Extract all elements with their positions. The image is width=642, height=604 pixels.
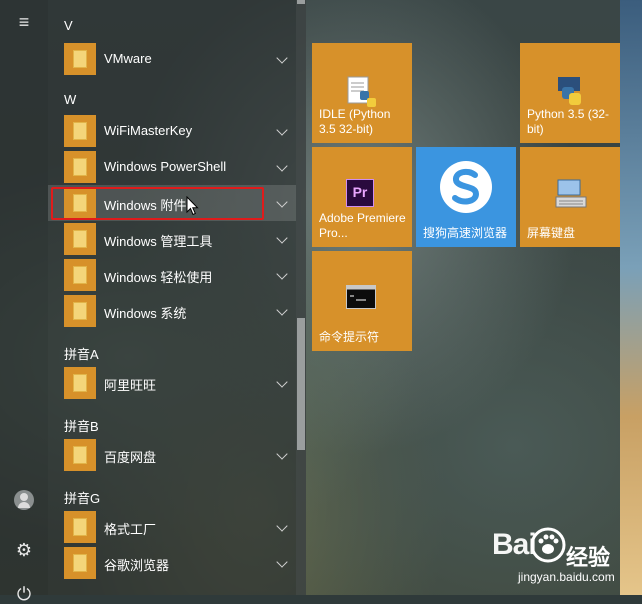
folder-icon (64, 223, 96, 255)
app-row-wifimasterkey[interactable]: WiFiMasterKey (48, 113, 296, 149)
app-label: 格式工厂 (104, 522, 157, 537)
chevron-down-icon (276, 160, 288, 172)
scrollbar-thumb[interactable] (297, 318, 305, 450)
group-header-w[interactable]: W (64, 92, 76, 107)
app-list: V VMware W WiFiMasterKey Windows PowerSh… (48, 0, 296, 595)
app-label: Windows PowerShell (104, 159, 227, 174)
app-row-windows-powershell[interactable]: Windows PowerShell (48, 149, 296, 185)
tile-premiere-pro[interactable]: Pr Adobe Premiere Pro... (312, 147, 412, 247)
start-left-rail: ≡ ⚙ ⏻ (0, 0, 48, 604)
folder-icon (64, 259, 96, 291)
desktop-wallpaper-edge (620, 0, 642, 595)
folder-icon (64, 439, 96, 471)
python-icon (558, 77, 581, 105)
tile-python[interactable]: Python 3.5 (32-bit) (520, 43, 620, 143)
app-label: 谷歌浏览器 (104, 558, 170, 573)
tile-label: Adobe Premiere Pro... (319, 211, 406, 240)
app-row-windows-ease-of-access[interactable]: Windows 轻松使用 (48, 257, 296, 293)
folder-icon (64, 547, 96, 579)
tile-label: IDLE (Python 3.5 32-bit) (319, 107, 391, 136)
app-list-scrollbar[interactable] (296, 0, 306, 595)
baidu-jingyan-text: 经验 (566, 545, 611, 570)
hamburger-menu-icon[interactable]: ≡ (14, 12, 34, 32)
app-label: 阿里旺旺 (104, 378, 157, 393)
chevron-down-icon (276, 520, 288, 532)
watermark-url: jingyan.baidu.com (518, 570, 615, 584)
tile-label: 屏幕键盘 (527, 226, 576, 240)
app-label: Windows 系统 (104, 306, 187, 321)
chevron-down-icon (276, 376, 288, 388)
app-row-google-chrome[interactable]: 谷歌浏览器 (48, 545, 296, 581)
mouse-cursor-icon (186, 196, 199, 216)
folder-icon (64, 151, 96, 183)
sogou-browser-icon (440, 161, 492, 213)
baidu-paw-icon (530, 527, 566, 563)
tile-sogou-browser[interactable]: 搜狗高速浏览器 (416, 147, 516, 247)
tile-command-prompt[interactable]: 命令提示符 (312, 251, 412, 351)
tile-idle-python[interactable]: IDLE (Python 3.5 32-bit) (312, 43, 412, 143)
settings-gear-icon[interactable]: ⚙ (14, 540, 34, 560)
app-row-format-factory[interactable]: 格式工厂 (48, 509, 296, 545)
app-label: VMware (104, 51, 152, 66)
chevron-down-icon (276, 196, 288, 208)
folder-icon (64, 511, 96, 543)
folder-icon (64, 115, 96, 147)
app-row-vmware[interactable]: VMware (48, 41, 296, 77)
chevron-down-icon (276, 556, 288, 568)
app-row-aliwangwang[interactable]: 阿里旺旺 (48, 365, 296, 401)
premiere-pro-icon: Pr (346, 179, 374, 207)
command-prompt-icon (346, 285, 376, 309)
app-label: 百度网盘 (104, 450, 157, 465)
group-header-pinyin-b[interactable]: 拼音B (64, 416, 99, 435)
chevron-down-icon (276, 232, 288, 244)
group-header-pinyin-a[interactable]: 拼音A (64, 344, 99, 363)
tile-on-screen-keyboard[interactable]: 屏幕键盘 (520, 147, 620, 247)
app-label: Windows 管理工具 (104, 234, 213, 249)
chevron-down-icon (276, 52, 288, 64)
chevron-down-icon (276, 304, 288, 316)
idle-python-icon (347, 76, 376, 107)
folder-icon (64, 367, 96, 399)
power-icon[interactable]: ⏻ (14, 584, 34, 604)
chevron-down-icon (276, 268, 288, 280)
folder-icon (64, 295, 96, 327)
tile-label: 搜狗高速浏览器 (423, 226, 508, 240)
group-header-v[interactable]: V (64, 18, 73, 33)
app-row-baidu-netdisk[interactable]: 百度网盘 (48, 437, 296, 473)
highlight-box (51, 187, 264, 220)
app-label: WiFiMasterKey (104, 123, 193, 138)
folder-icon (64, 43, 96, 75)
chevron-down-icon (276, 124, 288, 136)
on-screen-keyboard-icon (555, 179, 587, 208)
user-avatar-icon[interactable] (14, 490, 34, 510)
group-header-pinyin-g[interactable]: 拼音G (64, 488, 100, 507)
app-label: Windows 轻松使用 (104, 270, 213, 285)
tile-label: 命令提示符 (319, 330, 380, 344)
app-row-windows-system[interactable]: Windows 系统 (48, 293, 296, 329)
scrollbar-top-cap (297, 0, 305, 4)
app-row-windows-admin-tools[interactable]: Windows 管理工具 (48, 221, 296, 257)
tile-label: Python 3.5 (32-bit) (527, 107, 610, 136)
chevron-down-icon (276, 448, 288, 460)
